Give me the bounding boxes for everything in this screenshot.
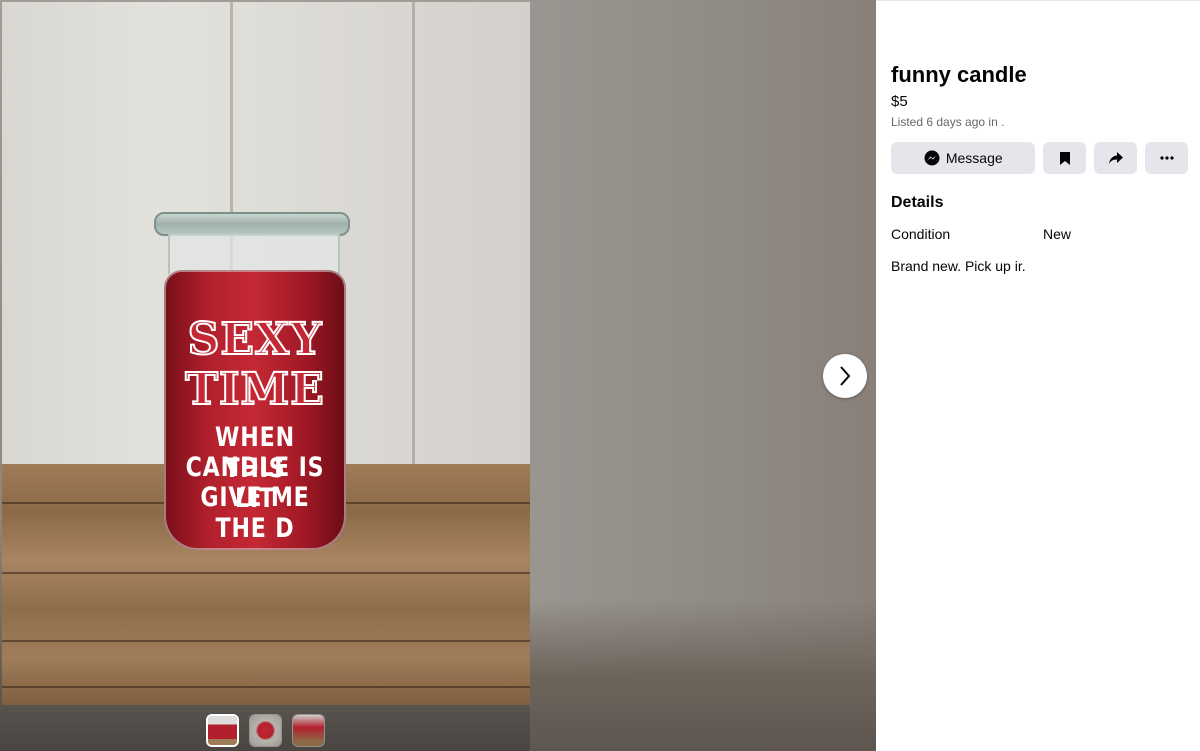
next-photo-button[interactable] xyxy=(823,354,867,398)
candle-text-line: TIME xyxy=(184,363,325,416)
listing-meta: Listed 6 days ago in . xyxy=(891,115,1005,129)
more-icon xyxy=(1159,156,1174,160)
condition-label: Condition xyxy=(891,226,951,242)
candle-text-line: SEXY xyxy=(187,313,323,366)
plank-line xyxy=(2,686,530,688)
thumbnail-strip xyxy=(206,714,325,747)
plank-line xyxy=(2,640,530,642)
thumbnail-2[interactable] xyxy=(249,714,282,747)
bookmark-icon xyxy=(1059,151,1070,165)
action-bar: Message xyxy=(891,142,1188,174)
condition-row: Condition New xyxy=(891,226,1188,242)
thumbnail-image xyxy=(208,716,237,745)
candle-text-line: GIVE ME THE D xyxy=(200,482,310,544)
jar-body: SEXY TIME WHEN THIS CANDLE IS LIT GIVE M… xyxy=(164,270,346,550)
wall-seam xyxy=(412,2,415,472)
more-options-button[interactable] xyxy=(1145,142,1188,174)
thumbnail-1[interactable] xyxy=(206,714,239,747)
listing-details-panel: funny candle $5 Listed 6 days ago in . M… xyxy=(876,0,1200,751)
share-button[interactable] xyxy=(1094,142,1138,174)
condition-value: New xyxy=(1043,226,1072,242)
chevron-right-icon xyxy=(840,366,851,386)
media-bottom-blur xyxy=(530,600,876,751)
listing-description: Brand new. Pick up ir. xyxy=(891,258,1026,274)
save-button[interactable] xyxy=(1043,142,1087,174)
jar-neck xyxy=(168,234,340,274)
details-heading: Details xyxy=(891,194,944,211)
listing-photo: SEXY TIME WHEN THIS CANDLE IS LIT GIVE M… xyxy=(2,2,530,705)
jar-lid xyxy=(154,212,350,236)
thumbnail-3[interactable] xyxy=(292,714,325,747)
media-viewer: SEXY TIME WHEN THIS CANDLE IS LIT GIVE M… xyxy=(0,0,876,751)
message-button-label: Message xyxy=(945,150,1003,166)
message-button[interactable]: Message xyxy=(891,142,1036,174)
thumbnail-image xyxy=(250,715,281,746)
candle-jar: SEXY TIME WHEN THIS CANDLE IS LIT GIVE M… xyxy=(154,212,357,552)
listing-price: $5 xyxy=(891,93,908,110)
thumbnail-image xyxy=(293,715,324,746)
share-icon xyxy=(1108,152,1123,164)
plank-line xyxy=(2,572,530,574)
listing-title: funny candle xyxy=(891,62,1027,87)
messenger-icon xyxy=(924,150,940,166)
